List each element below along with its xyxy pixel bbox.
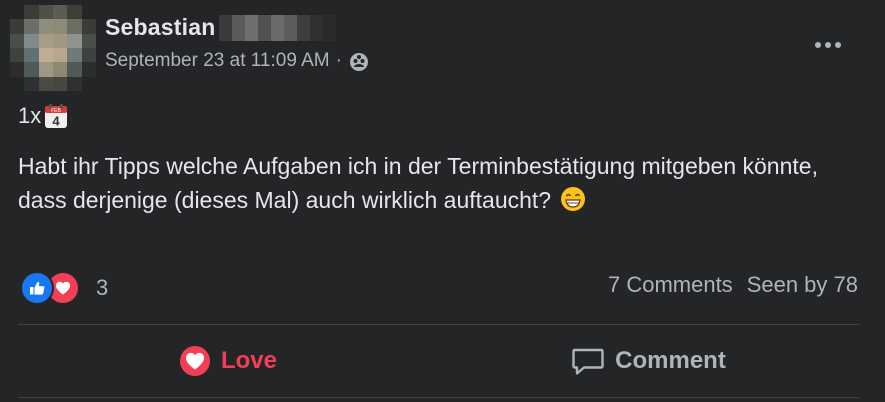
post-stats: 7 Comments Seen by 78 [608,272,858,298]
reaction-summary[interactable]: 3 [20,271,108,305]
author-name[interactable]: Sebastian [105,14,215,41]
love-reaction-icon [179,345,211,377]
calendar-day: 4 [53,114,61,129]
count-prefix: 1x [18,103,42,128]
actions-bottom-divider [18,397,859,398]
comment-button[interactable]: Comment [438,330,859,392]
grinning-face-icon [560,186,586,212]
like-icon [20,271,54,305]
more-dot-icon [815,42,821,48]
author-row: Sebastian [105,14,337,41]
post-meta: September 23 at 11:09 AM · [105,50,370,72]
calendar-icon: FEB 4 [42,102,70,130]
more-dot-icon [825,42,831,48]
more-options-button[interactable] [808,30,848,60]
reaction-count: 3 [96,275,109,300]
actions-top-divider [18,324,859,325]
more-dot-icon [835,42,841,48]
post-body: Habt ihr Tipps welche Aufgaben ich in de… [18,149,858,217]
seen-by-link[interactable]: Seen by 78 [747,272,858,298]
comment-icon [571,345,605,377]
meta-separator: · [335,50,342,71]
group-icon[interactable] [348,50,370,72]
comments-count-link[interactable]: 7 Comments [608,272,733,298]
post-count-line: 1x FEB 4 [18,102,70,130]
post-timestamp[interactable]: September 23 at 11:09 AM [105,50,330,72]
comment-button-label: Comment [615,347,726,374]
avatar[interactable] [10,5,96,91]
redacted-surname [219,14,337,41]
love-button[interactable]: Love [18,330,438,392]
love-button-label: Love [220,347,277,374]
post-text: Habt ihr Tipps welche Aufgaben ich in de… [18,153,818,213]
